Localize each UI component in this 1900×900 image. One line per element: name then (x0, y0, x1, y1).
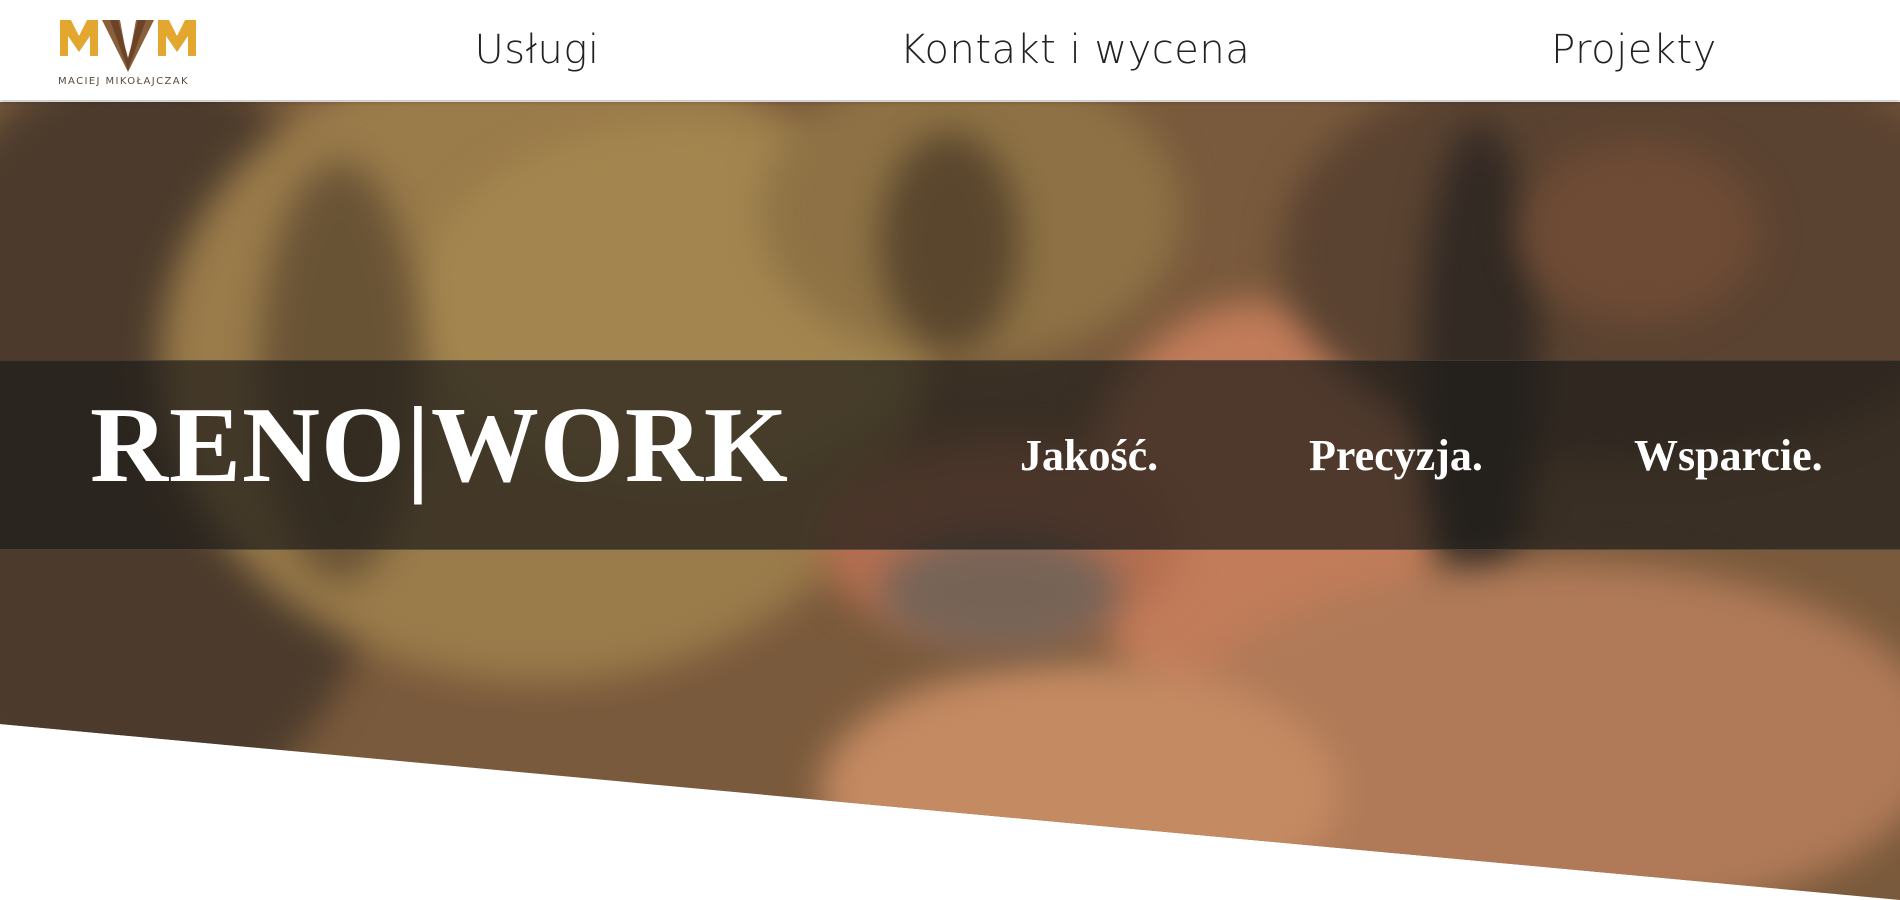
tagline-precision: Precyzja. (1309, 431, 1483, 480)
nav-item-projekty[interactable]: Projekty (1551, 28, 1717, 72)
logo-caption: MACIEJ MIKOŁAJCZAK (58, 76, 189, 87)
brand-title: RENO|WORK (90, 386, 789, 505)
hero-section: RENO|WORK Jakość. Precyzja. Wsparcie. (0, 102, 1900, 900)
nav-item-kontakt[interactable]: Kontakt i wycena (900, 28, 1251, 72)
logo[interactable]: MACIEJ MIKOŁAJCZAK (58, 18, 198, 90)
nav-item-uslugi[interactable]: Usługi (475, 28, 600, 72)
tagline-support: Wsparcie. (1634, 431, 1823, 480)
tagline-quality: Jakość. (1020, 431, 1159, 480)
mvm-logo-mark (60, 20, 196, 72)
site-header: MACIEJ MIKOŁAJCZAK Usługi Kontakt i wyce… (0, 0, 1900, 100)
